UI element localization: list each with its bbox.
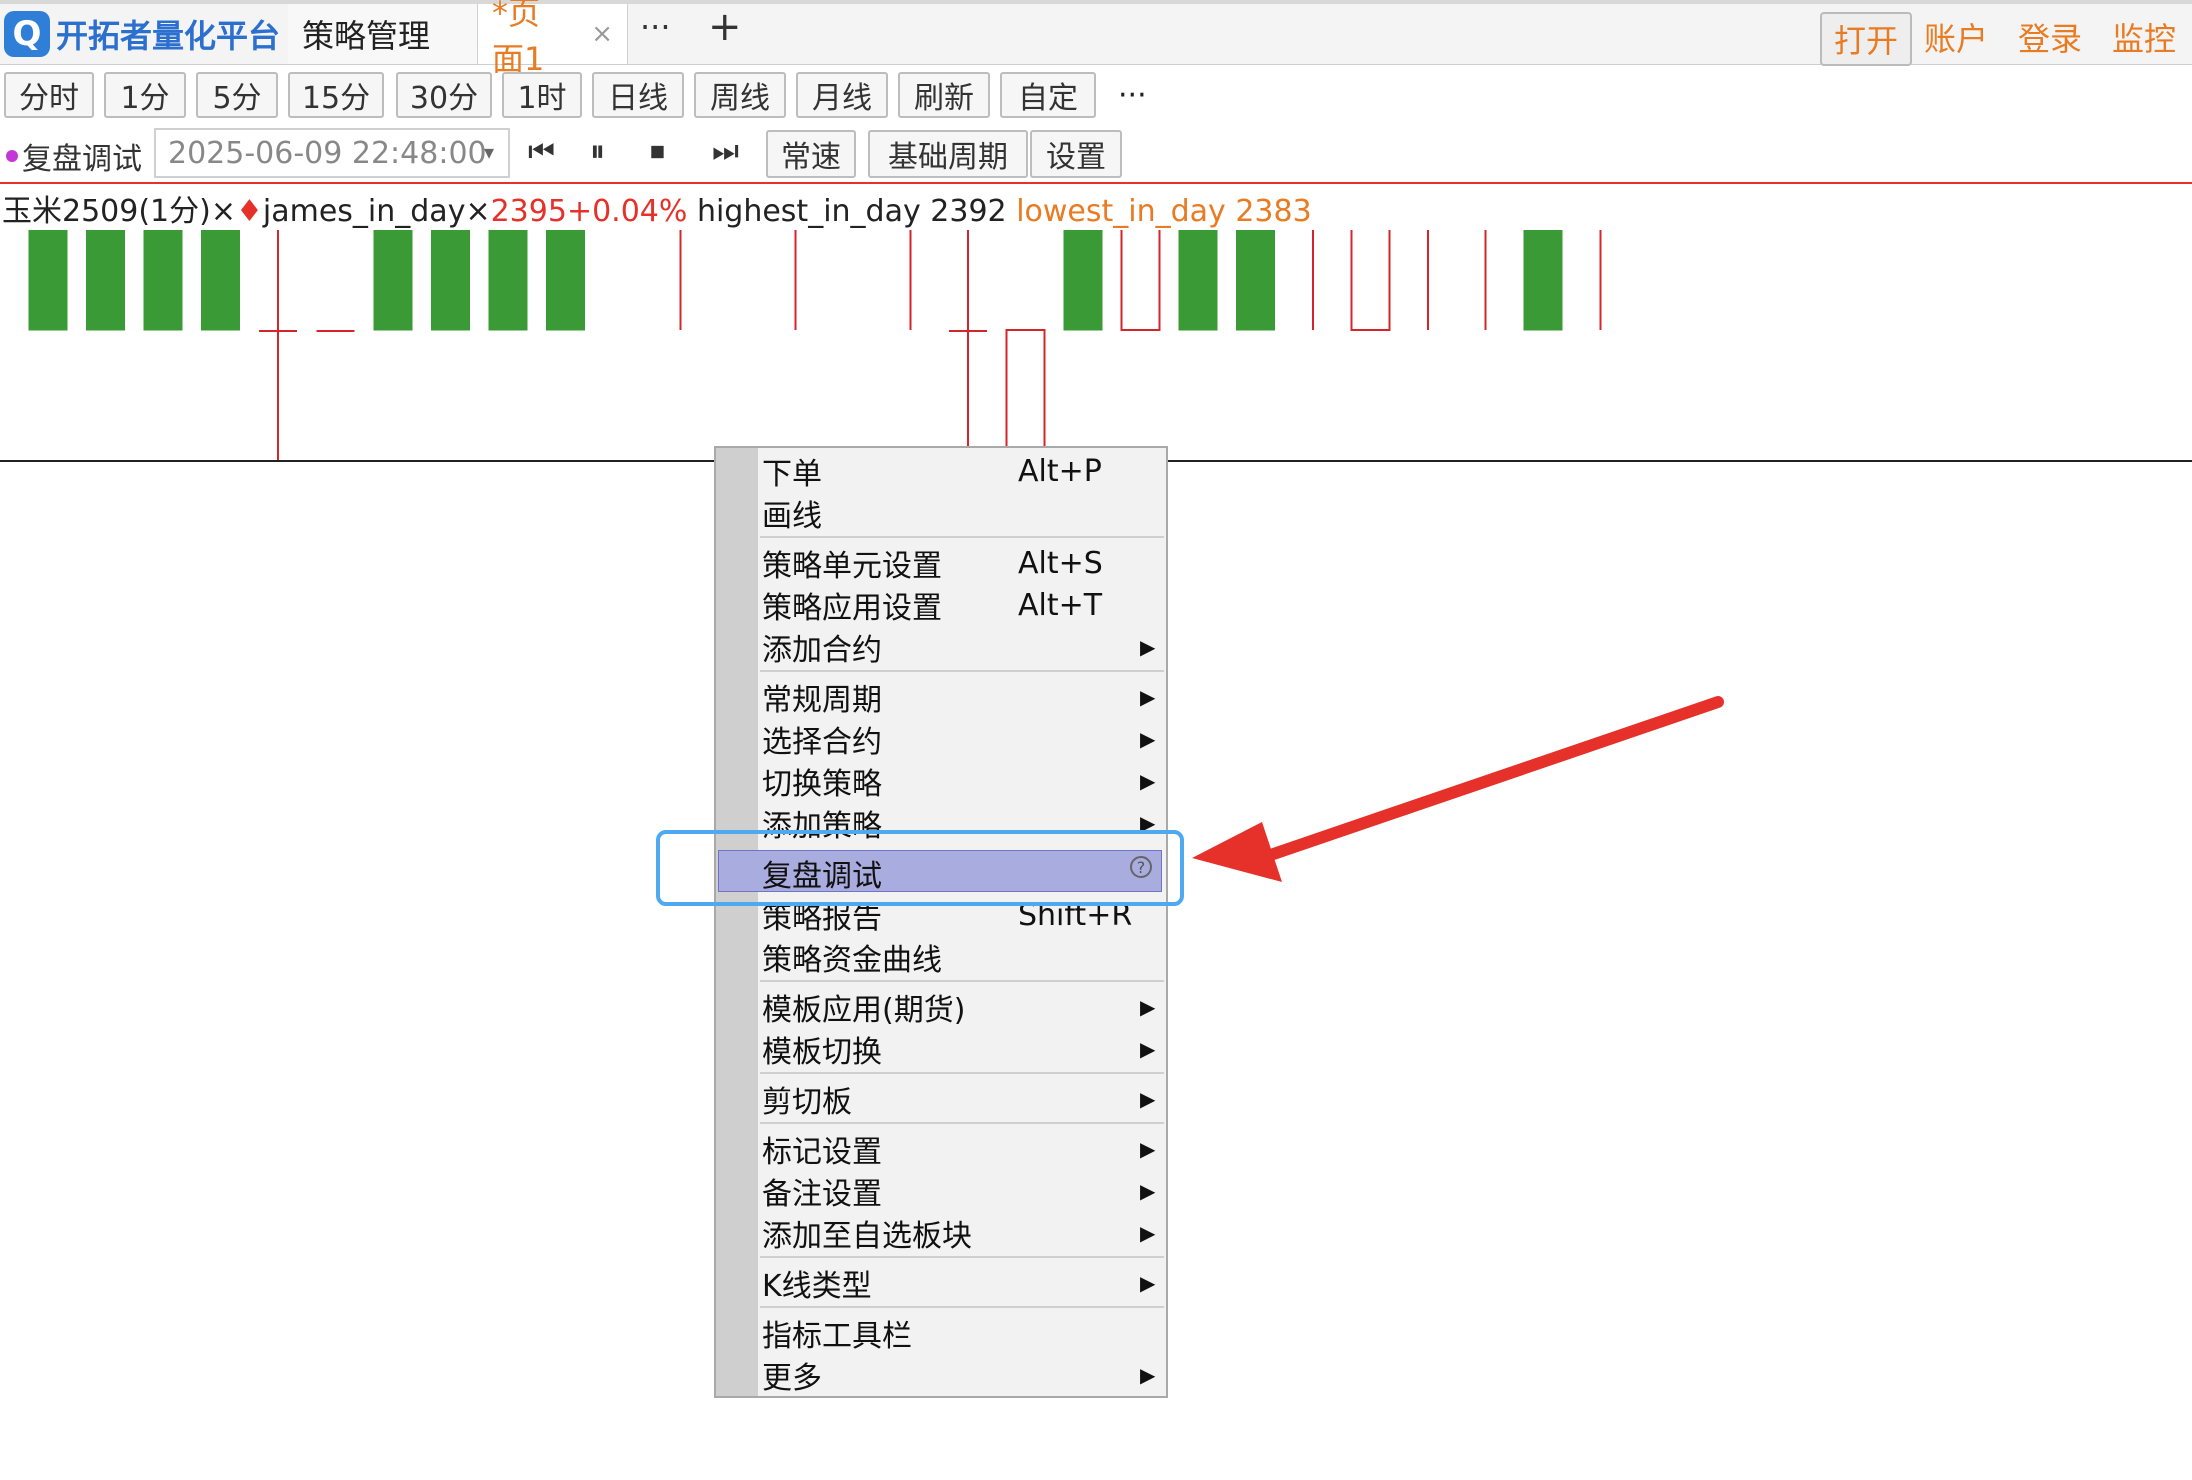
annotation-arrow (1192, 696, 1724, 882)
arrow-head-icon (1192, 822, 1282, 882)
arrow-shaft (1244, 696, 1724, 868)
